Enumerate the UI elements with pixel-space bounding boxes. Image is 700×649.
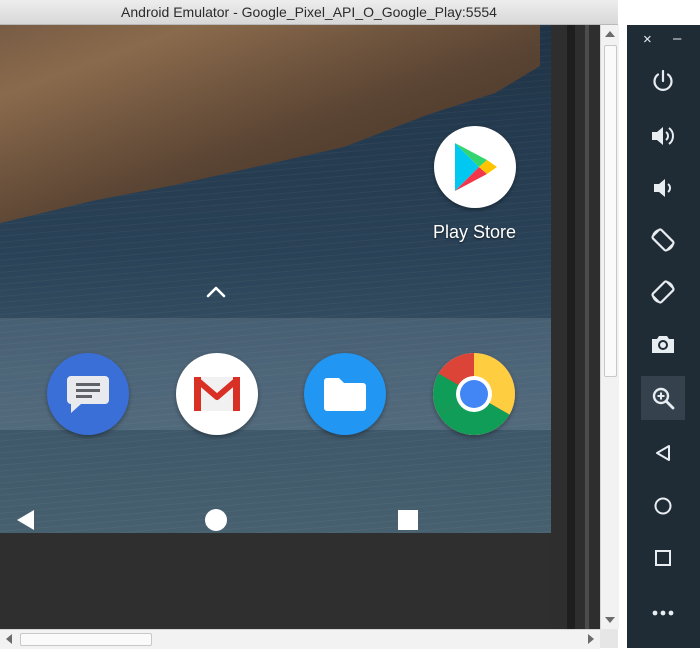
app-play-store[interactable]: Play Store: [433, 126, 516, 243]
device-frame-edge: [551, 25, 600, 629]
dock-app-chrome[interactable]: [433, 353, 515, 435]
gmail-icon: [176, 353, 258, 435]
toolbar-window-controls: × –: [627, 30, 700, 55]
emulator-viewport: Play Store: [0, 25, 600, 629]
zoom-button[interactable]: [641, 376, 685, 420]
vertical-scrollbar[interactable]: [600, 25, 619, 629]
home-icon: [654, 497, 672, 515]
dock-app-gmail[interactable]: [176, 353, 258, 435]
scroll-up-icon[interactable]: [605, 31, 615, 37]
device-screen[interactable]: Play Store: [0, 25, 551, 533]
home-icon[interactable]: [204, 508, 228, 532]
overview-icon: [655, 550, 671, 566]
dock-app-files[interactable]: [304, 353, 386, 435]
volume-down-icon: [654, 179, 671, 197]
recents-icon[interactable]: [397, 509, 419, 531]
chevron-up-icon[interactable]: [205, 284, 227, 300]
back-icon: [656, 445, 670, 461]
scroll-left-icon[interactable]: [6, 634, 12, 644]
dock: [0, 318, 551, 435]
scrollbar-corner: [600, 629, 618, 648]
device-bezel-bottom: [0, 533, 551, 629]
screenshot-button[interactable]: [641, 322, 685, 366]
title-bar[interactable]: Android Emulator - Google_Pixel_API_O_Go…: [0, 0, 618, 25]
rotate-left-button[interactable]: [641, 218, 685, 262]
chrome-icon: [433, 353, 515, 435]
volume-down-button[interactable]: [641, 166, 685, 210]
more-icon: [652, 610, 674, 616]
horizontal-scrollbar[interactable]: [0, 629, 600, 649]
power-icon: [653, 69, 673, 91]
android-nav-bar: [0, 430, 551, 533]
volume-up-button[interactable]: [641, 114, 685, 158]
toolbar-home-button[interactable]: [641, 484, 685, 528]
toolbar-back-button[interactable]: [641, 431, 685, 475]
messages-icon: [47, 353, 129, 435]
rotate-right-icon: [651, 280, 675, 304]
back-icon[interactable]: [14, 508, 36, 532]
emulator-toolbar: × –: [627, 25, 700, 648]
scroll-right-icon[interactable]: [588, 634, 594, 644]
zoom-icon: [652, 387, 675, 410]
scroll-thumb-horizontal[interactable]: [20, 633, 152, 646]
app-label: Play Store: [433, 222, 517, 242]
frame-highlight: [585, 25, 589, 629]
close-icon[interactable]: ×: [643, 31, 652, 48]
dock-app-messages[interactable]: [47, 353, 129, 435]
rotate-left-icon: [651, 228, 675, 252]
files-icon: [304, 353, 386, 435]
volume-up-icon: [652, 127, 674, 145]
rotate-right-button[interactable]: [641, 270, 685, 314]
window-title: Android Emulator - Google_Pixel_API_O_Go…: [121, 4, 497, 20]
emulator-window: Android Emulator - Google_Pixel_API_O_Go…: [0, 0, 619, 649]
power-button[interactable]: [641, 59, 685, 103]
scroll-thumb-vertical[interactable]: [604, 45, 617, 377]
camera-icon: [652, 336, 674, 353]
play-store-icon: [433, 126, 516, 208]
scroll-down-icon[interactable]: [605, 617, 615, 623]
frame-shadow: [567, 25, 575, 629]
toolbar-overview-button[interactable]: [641, 536, 685, 580]
more-button[interactable]: [641, 591, 685, 635]
minimize-icon[interactable]: –: [673, 30, 681, 47]
